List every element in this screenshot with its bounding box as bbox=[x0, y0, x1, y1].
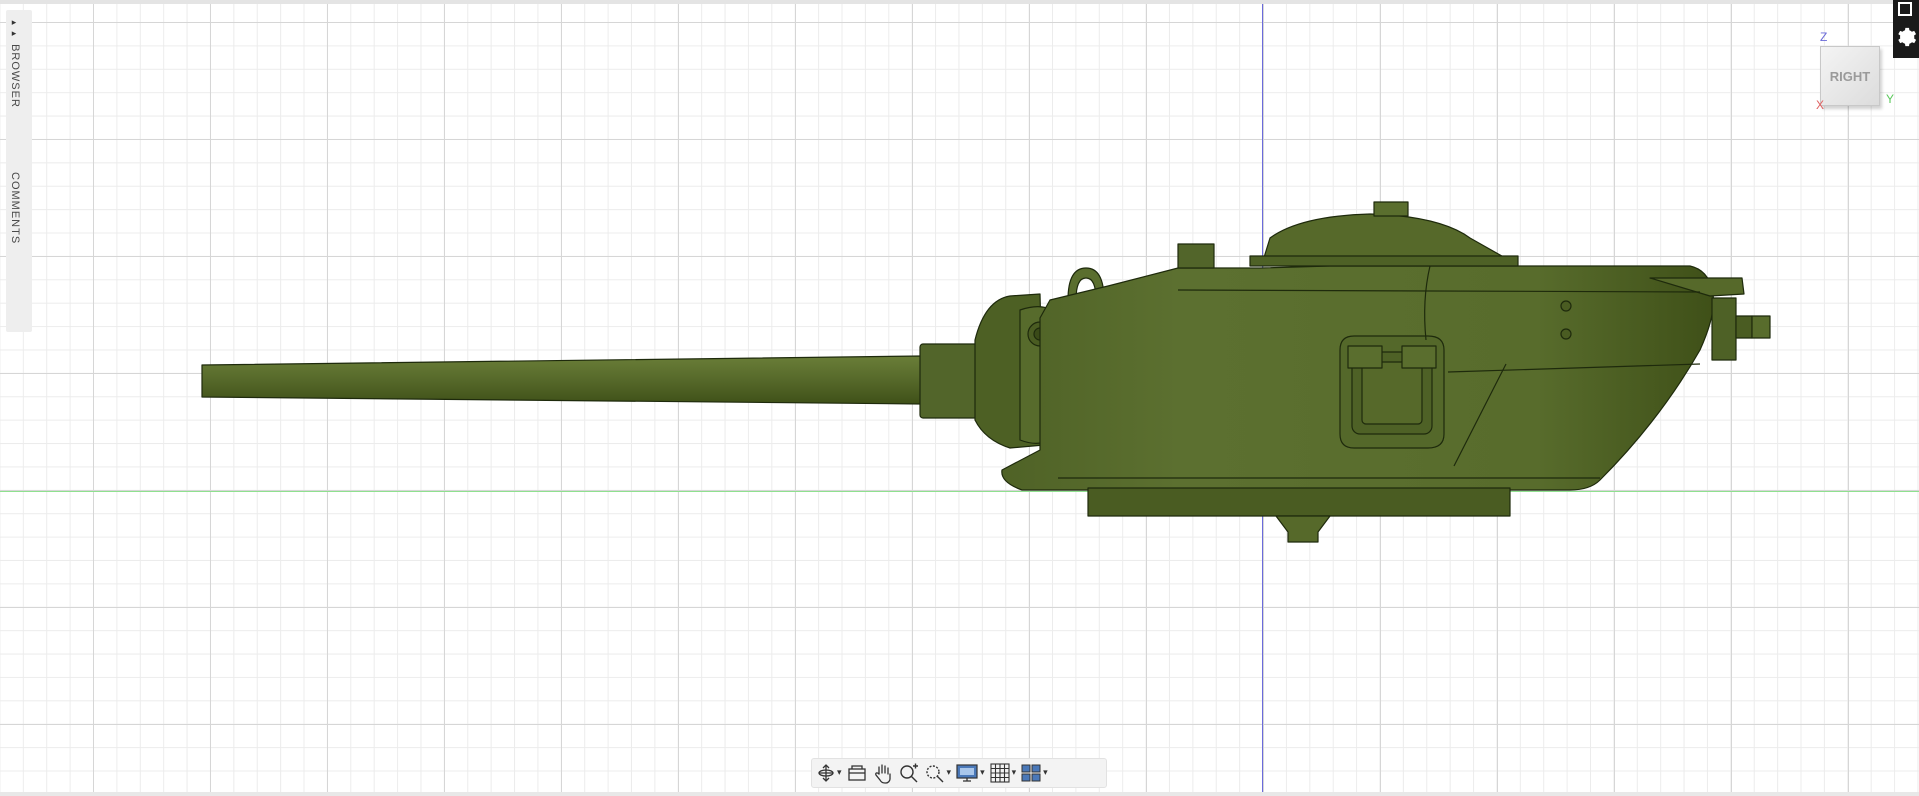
grid-settings-icon bbox=[990, 763, 1010, 783]
orbit-caret-icon[interactable]: ▾ bbox=[837, 768, 842, 778]
display-settings-icon bbox=[956, 764, 978, 782]
axis-x-label: X bbox=[1816, 98, 1825, 112]
gear-icon[interactable] bbox=[1895, 26, 1917, 48]
browser-tab[interactable]: ▸▸ BROWSER bbox=[9, 18, 21, 108]
window-icon[interactable] bbox=[1898, 2, 1912, 16]
zoom-button[interactable] bbox=[898, 762, 920, 784]
display-settings-button[interactable]: ▾ bbox=[955, 763, 985, 783]
pan-icon bbox=[874, 764, 891, 784]
bottom-divider bbox=[0, 792, 1919, 796]
viewports-button[interactable]: ▾ bbox=[1020, 763, 1048, 783]
viewports-icon bbox=[1021, 764, 1041, 782]
turret-basket bbox=[1275, 515, 1331, 543]
zoom-window-caret-icon[interactable]: ▾ bbox=[947, 768, 952, 778]
grid-settings-button[interactable]: ▾ bbox=[989, 762, 1017, 784]
comments-tab[interactable]: COMMENTS bbox=[9, 172, 21, 244]
zoom-window-icon bbox=[925, 765, 944, 783]
barrel-collar bbox=[919, 343, 979, 419]
turret-ring bbox=[1087, 487, 1511, 517]
look-at-button[interactable] bbox=[846, 763, 868, 783]
orbit-button[interactable]: ▾ bbox=[816, 763, 842, 783]
navigation-toolbar: ▾ ▾ ▾ ▾ ▾ bbox=[811, 758, 1107, 788]
axis-y-label: Y bbox=[1886, 92, 1895, 106]
expand-arrow-icon[interactable]: ▸▸ bbox=[10, 18, 20, 40]
zoom-icon bbox=[899, 763, 918, 783]
look-at-icon bbox=[847, 765, 866, 781]
orbit-icon bbox=[818, 764, 834, 782]
cupola-hatch bbox=[1373, 201, 1409, 217]
axis-z-label: Z bbox=[1820, 30, 1828, 44]
viewcube-face-right[interactable]: RIGHT bbox=[1820, 46, 1880, 106]
turret-model[interactable] bbox=[0, 0, 1919, 796]
zoom-window-button[interactable]: ▾ bbox=[924, 762, 952, 784]
viewcube[interactable]: Z RIGHT X Y bbox=[1816, 30, 1902, 116]
side-panel: ▸▸ BROWSER COMMENTS bbox=[6, 10, 32, 332]
viewports-caret-icon[interactable]: ▾ bbox=[1043, 768, 1048, 778]
gun-barrel bbox=[201, 355, 923, 405]
pan-button[interactable] bbox=[872, 762, 894, 784]
grid-settings-caret-icon[interactable]: ▾ bbox=[1012, 768, 1017, 778]
comments-label: COMMENTS bbox=[9, 172, 21, 245]
corner-tools bbox=[1893, 0, 1919, 58]
display-settings-caret-icon[interactable]: ▾ bbox=[980, 768, 985, 778]
browser-label: BROWSER bbox=[9, 44, 21, 108]
design-canvas[interactable] bbox=[0, 0, 1919, 796]
